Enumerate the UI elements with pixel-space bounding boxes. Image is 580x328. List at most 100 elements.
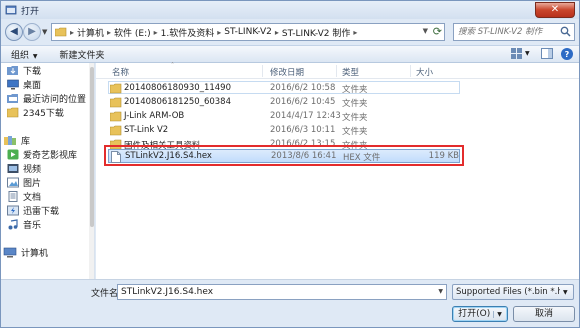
window-title: 打开 [21,6,40,17]
annotation-highlight-box [104,145,464,166]
file-type: 文件夹 [342,127,368,137]
chevron-down-icon[interactable]: ▼ [438,288,443,295]
dialog-footer: 文件名(N): ▼ Supported Files (*.bin *.hex *… [1,279,579,327]
scrollbar-thumb[interactable] [90,67,94,227]
breadcrumb-separator-icon[interactable]: ▸ [154,28,158,37]
pictures-icon [7,177,19,187]
column-divider[interactable] [336,65,337,77]
file-date: 2016/6/2 10:45 [270,97,336,107]
folder-icon [110,83,122,94]
breadcrumb-separator-icon[interactable]: ▸ [107,28,111,37]
search-box[interactable] [453,23,575,41]
sidebar-item-libraries[interactable]: 库 [3,133,30,147]
title-bar: 打开 ✕ [1,1,579,19]
computer-label: 计算机 [21,248,49,259]
navigation-pane: 下载 桌面 最近访问的位置 2345下载 库 爱奇艺影视库 视频 图片 文档 迅… [1,63,95,279]
search-icon[interactable] [560,26,571,37]
file-list-pane: 名称 ˄ 修改日期 类型 大小 20140806180930_11490 201… [96,62,579,279]
sidebar-item-iqiyi-library[interactable]: 爱奇艺影视库 [7,147,77,161]
file-date: 2014/4/17 12:43 [270,111,341,121]
file-type-filter[interactable]: Supported Files (*.bin *.hex * ▼ [452,284,574,300]
file-name: 20140806181250_60384 [124,97,232,107]
cancel-button[interactable]: 取消 [513,306,575,322]
sidebar-item-pictures[interactable]: 图片 [7,175,41,189]
column-divider[interactable] [262,65,263,77]
file-row[interactable]: 20140806181250_60384 2016/6/2 10:45 文件夹 [108,96,460,109]
file-row[interactable]: J-Link ARM-OB 2014/4/17 12:43 文件夹 [108,110,460,123]
breadcrumb-separator-icon[interactable]: ▸ [275,28,279,37]
desktop-icon [7,79,19,89]
search-input[interactable] [458,27,562,37]
navigation-scrollbar[interactable] [89,63,94,279]
sidebar-item-videos[interactable]: 视频 [7,161,41,175]
chevron-down-icon: ▼ [525,50,530,57]
file-type: 文件夹 [342,99,368,109]
address-history-chevron-down-icon[interactable]: ▼ [423,27,428,35]
file-type: 文件夹 [342,113,368,123]
change-view-button[interactable]: ▼ [511,48,530,59]
sidebar-item-documents[interactable]: 文档 [7,189,41,203]
sidebar-item-2345-downloads[interactable]: 2345下载 [7,105,64,119]
sidebar-item-downloads[interactable]: 下载 [7,63,41,77]
column-header-type[interactable]: 类型 [342,66,359,78]
breadcrumb-st-link-v2-make[interactable]: ST-LINK-V2 制作 [282,26,350,39]
recent-places-icon [7,93,18,103]
new-folder-button[interactable]: 新建文件夹 [60,48,105,61]
file-type: 文件夹 [342,85,368,95]
column-header-size[interactable]: 大小 [416,66,433,78]
filename-input[interactable] [121,285,431,299]
help-icon[interactable]: ? [561,48,573,60]
libraries-label: 库 [21,136,31,147]
address-bar[interactable]: ▸ 计算机 ▸ 软件 (E:) ▸ 1.软件及资料 ▸ ST-LINK-V2 ▸… [51,23,445,41]
close-button[interactable]: ✕ [535,2,575,18]
file-row[interactable]: ST-Link V2 2016/6/3 10:11 文件夹 [108,124,460,137]
refresh-icon[interactable]: ⟳ [433,25,442,38]
breadcrumb-drive-e[interactable]: 软件 (E:) [114,26,151,39]
sidebar-item-label: 最近访问的位置 [23,94,87,105]
sidebar-item-music[interactable]: 音乐 [7,217,41,231]
forward-button[interactable]: ▶ [23,23,41,41]
preview-pane-button[interactable] [541,48,553,59]
folder-icon [7,107,19,117]
sidebar-item-thunder-downloads[interactable]: 迅雷下载 [7,203,59,217]
column-divider[interactable] [410,65,411,77]
breadcrumb-computer[interactable]: 计算机 [77,26,104,39]
back-button[interactable]: ◀ [5,23,23,41]
download-folder-icon [7,65,18,75]
column-header-date[interactable]: 修改日期 [270,66,304,78]
file-date: 2016/6/3 10:11 [270,125,336,135]
organize-menu[interactable]: 组织 ▼ [11,48,38,61]
computer-folder-icon [55,27,67,37]
file-row[interactable]: 20140806180930_11490 2016/6/2 10:58 文件夹 [108,82,460,95]
breadcrumb-separator-icon[interactable]: ▸ [217,28,221,37]
video-library-icon [7,149,19,159]
column-headers: 名称 ˄ 修改日期 类型 大小 [96,62,579,79]
breadcrumb-separator-icon[interactable]: ▸ [353,28,357,37]
filename-combo[interactable]: ▼ [117,284,447,300]
address-row: ◀ ▶ ▼ ▸ 计算机 ▸ 软件 (E:) ▸ 1.软件及资料 ▸ ST-LIN… [1,19,579,45]
file-type-filter-value: Supported Files (*.bin *.hex * [456,287,560,297]
file-date: 2016/6/2 10:58 [270,83,336,93]
folder-icon [110,97,122,108]
chevron-down-icon: ▼ [31,52,38,60]
chevron-down-icon[interactable]: ▼ [493,311,502,318]
folder-icon [110,125,122,136]
open-file-dialog: 打开 ✕ ◀ ▶ ▼ ▸ 计算机 ▸ 软件 (E:) ▸ 1.软件及资料 ▸ S… [0,0,580,328]
sidebar-item-label: 音乐 [23,220,42,231]
recent-locations-chevron-down-icon[interactable]: ▼ [42,28,47,36]
sidebar-item-computer[interactable]: 计算机 [3,245,48,259]
breadcrumb-st-link-v2[interactable]: ST-LINK-V2 [224,27,272,37]
sidebar-item-recent-places[interactable]: 最近访问的位置 [7,91,86,105]
sidebar-item-label: 2345下载 [23,108,64,119]
sidebar-item-label: 文档 [23,192,42,203]
thunder-download-icon [7,205,19,215]
chevron-down-icon: ▼ [563,288,568,296]
music-icon [8,218,18,229]
open-button[interactable]: 打开(O) ▼ [452,306,508,322]
sidebar-item-desktop[interactable]: 桌面 [7,77,41,91]
breadcrumb-separator-icon[interactable]: ▸ [70,28,74,37]
libraries-icon [4,135,16,145]
column-header-name[interactable]: 名称 [112,66,129,78]
sidebar-item-label: 桌面 [23,80,42,91]
breadcrumb-software-docs[interactable]: 1.软件及资料 [161,26,215,39]
